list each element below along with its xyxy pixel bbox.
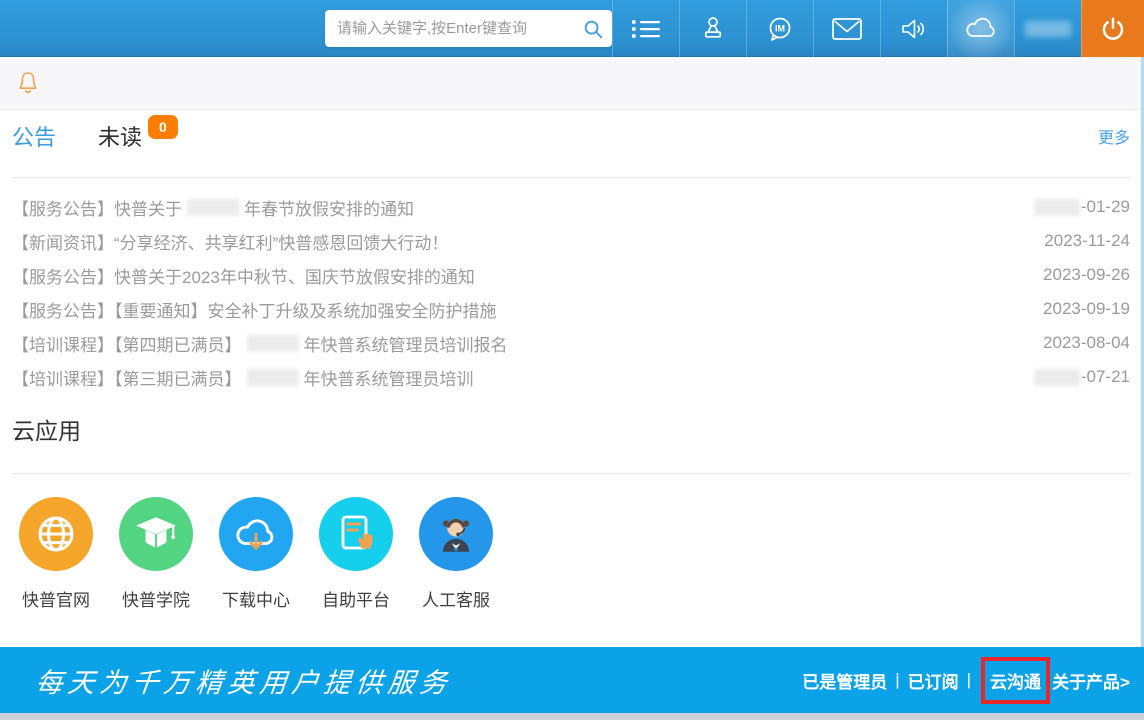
app-download-center[interactable]: 下载中心 (212, 497, 300, 611)
footer-bar: 每天为千万精英用户提供服务 已是管理员 | 已订阅 | 云沟通 关于产品> (0, 647, 1144, 713)
more-link[interactable]: 更多 (1098, 124, 1130, 148)
app-label: 快普学院 (112, 586, 200, 611)
announcement-date: -07-21 (1034, 367, 1130, 387)
im-icon: IM (766, 15, 794, 43)
announcement-row[interactable]: 【服务公告】快普关于2023年中秋节、国庆节放假安排的通知 2023-09-26 (0, 258, 1144, 292)
announcement-title: 【新闻资讯】“分享经济、共享红利”快普感恩回馈大行动！ (12, 229, 448, 254)
redacted-text (1034, 369, 1080, 386)
cloud-chat-link[interactable]: 云沟通 (990, 673, 1041, 692)
admin-status-link[interactable]: 已是管理员 (802, 668, 887, 693)
app-self-service[interactable]: 自助平台 (312, 497, 400, 611)
cloud-apps-grid: 快普官网 快普学院 (12, 497, 512, 611)
announcement-row[interactable]: 【培训课程】【第四期已满员】 年快普系统管理员培训报名 2023-08-04 (0, 326, 1144, 360)
announcement-row[interactable]: 【新闻资讯】“分享经济、共享红利”快普感恩回馈大行动！ 2023-11-24 (0, 224, 1144, 258)
announcement-date: -01-29 (1034, 197, 1130, 217)
bell-icon[interactable] (16, 70, 40, 96)
app-label: 快普官网 (12, 586, 100, 611)
mail-button[interactable] (813, 0, 880, 57)
customer-service-icon (433, 511, 479, 557)
cloud-icon (964, 17, 998, 41)
blurred-username (1025, 21, 1071, 37)
window-bottom-edge (0, 713, 1144, 720)
topbar-icon-group: IM (612, 0, 1144, 57)
announcement-title: 【服务公告】【重要通知】安全补丁升级及系统加强安全防护措施 (12, 297, 497, 322)
redacted-text (247, 335, 299, 352)
im-button[interactable]: IM (746, 0, 813, 57)
announcement-list: 【服务公告】快普关于 年春节放假安排的通知 -01-29 【新闻资讯】“分享经济… (0, 190, 1144, 394)
divider (12, 473, 1130, 474)
app-label: 人工客服 (412, 586, 500, 611)
search-input[interactable] (337, 20, 582, 37)
tab-announcements[interactable]: 公告 (12, 120, 56, 152)
redacted-text (187, 199, 239, 216)
top-bar: IM (0, 0, 1144, 57)
announcement-row[interactable]: 【培训课程】【第三期已满员】 年快普系统管理员培训 -07-21 (0, 360, 1144, 394)
search-box[interactable] (325, 10, 612, 47)
announcement-row[interactable]: 【服务公告】快普关于 年春节放假安排的通知 -01-29 (0, 190, 1144, 224)
announcement-date: 2023-11-24 (1044, 231, 1130, 251)
user-stamp-button[interactable] (679, 0, 746, 57)
separator: | (895, 670, 899, 690)
announcement-row[interactable]: 【服务公告】【重要通知】安全补丁升级及系统加强安全防护措施 2023-09-19 (0, 292, 1144, 326)
announcements-header: 公告 未读 0 更多 (0, 112, 1144, 160)
globe-icon (34, 512, 78, 556)
cloud-button[interactable] (947, 0, 1014, 57)
app-customer-service[interactable]: 人工客服 (412, 497, 500, 611)
divider (12, 177, 1130, 178)
logout-power-button[interactable] (1081, 0, 1144, 57)
search-icon[interactable] (582, 18, 604, 40)
menu-list-icon (631, 17, 661, 41)
menu-list-button[interactable] (612, 0, 679, 57)
announcement-title: 【培训课程】【第三期已满员】 年快普系统管理员培训 (12, 365, 474, 390)
announcement-date: 2023-08-04 (1043, 333, 1130, 353)
speaker-button[interactable] (880, 0, 947, 57)
app-kuaipu-website[interactable]: 快普官网 (12, 497, 100, 611)
app-kuaipu-academy[interactable]: 快普学院 (112, 497, 200, 611)
username-cell[interactable] (1014, 0, 1081, 57)
notification-bar (0, 57, 1144, 110)
redacted-text (1034, 199, 1080, 216)
power-icon (1100, 16, 1126, 42)
announcement-date: 2023-09-26 (1043, 265, 1130, 285)
tab-unread[interactable]: 未读 (98, 120, 142, 152)
announcement-date: 2023-09-19 (1043, 299, 1130, 319)
about-product-link[interactable]: 关于产品> (1052, 668, 1130, 693)
highlight-box: 云沟通 (981, 657, 1050, 704)
app-label: 下载中心 (212, 586, 300, 611)
app-label: 自助平台 (312, 586, 400, 611)
announcement-title: 【培训课程】【第四期已满员】 年快普系统管理员培训报名 (12, 331, 508, 356)
self-service-doc-icon (333, 512, 379, 556)
subscribed-status-link[interactable]: 已订阅 (908, 668, 959, 693)
unread-count-badge: 0 (148, 115, 178, 139)
speaker-icon (900, 17, 928, 41)
footer-links: 已是管理员 | 已订阅 | 云沟通 关于产品> (802, 657, 1130, 704)
announcement-title: 【服务公告】快普关于 年春节放假安排的通知 (12, 195, 414, 220)
mail-icon (832, 18, 862, 40)
redacted-text (247, 369, 299, 386)
main-window: IM (0, 0, 1144, 720)
separator: | (967, 670, 971, 690)
cloud-apps-title: 云应用 (12, 412, 81, 446)
announcement-title: 【服务公告】快普关于2023年中秋节、国庆节放假安排的通知 (12, 263, 475, 288)
cloud-download-icon (233, 513, 279, 555)
footer-slogan: 每天为千万精英用户提供服务 (34, 661, 454, 700)
user-stamp-icon (700, 16, 726, 42)
graduation-cap-icon (133, 513, 179, 555)
svg-text:IM: IM (775, 23, 785, 33)
